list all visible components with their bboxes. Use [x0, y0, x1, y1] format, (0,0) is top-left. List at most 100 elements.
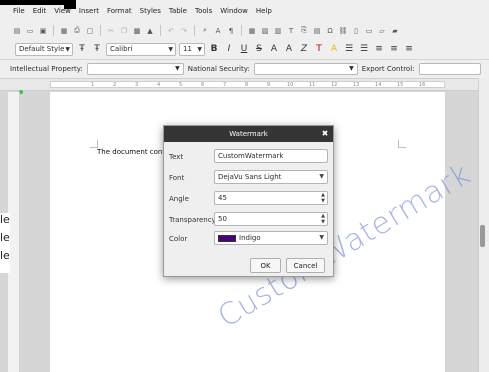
new-document-icon[interactable]: ▤	[12, 26, 22, 36]
ruler-number: 8	[245, 82, 249, 88]
spin-arrows-icon[interactable]: ▲ ▼	[320, 213, 326, 225]
export-control-label: Export Control:	[361, 65, 415, 73]
insert-table-icon[interactable]: ▦	[247, 26, 257, 36]
insert-image-icon[interactable]: ▧	[260, 26, 270, 36]
open-icon[interactable]: ▭	[25, 26, 35, 36]
national-security-combo[interactable]: ▼	[253, 63, 358, 75]
font-label: Font	[169, 174, 185, 182]
spelling-icon[interactable]: A	[213, 26, 223, 36]
redo-icon[interactable]: ↷	[179, 26, 189, 36]
strikethrough-icon[interactable]: S	[253, 44, 265, 54]
font-size-combo[interactable]: 11 ▼	[179, 42, 205, 56]
chevron-down-icon: ▼	[319, 234, 324, 241]
angle-value: 45	[218, 194, 227, 202]
insert-chart-icon[interactable]: ▥	[273, 26, 283, 36]
menu-format[interactable]: Format	[103, 7, 136, 15]
menu-insert[interactable]: Insert	[75, 7, 103, 15]
watermark-dialog: Watermark ✖ Text CustomWatermark Font De…	[163, 125, 334, 277]
clear-formatting-icon[interactable]: Z	[298, 44, 310, 54]
classification-toolbar: Intellectual Property: ▼ National Securi…	[0, 60, 489, 78]
menu-help[interactable]: Help	[252, 7, 276, 15]
chevron-down-icon: ▼	[65, 45, 70, 53]
paragraph-style-combo[interactable]: Default Style ▼	[15, 42, 73, 56]
clone-formatting-icon[interactable]: ▲	[145, 26, 155, 36]
footnote-icon[interactable]: ▯	[351, 26, 361, 36]
ruler-number: 1	[91, 82, 95, 88]
subscript-icon[interactable]: A	[283, 44, 295, 54]
menu-table[interactable]: Table	[165, 7, 191, 15]
dialog-titlebar[interactable]: Watermark	[164, 126, 333, 142]
color-dropdown[interactable]: Indigo ▼	[214, 231, 328, 245]
paragraph-style-value: Default Style	[19, 45, 65, 53]
dialog-title: Watermark	[229, 130, 268, 138]
document-text[interactable]: The document contai	[97, 148, 171, 156]
angle-spinbox[interactable]: 45 ▲ ▼	[214, 191, 328, 205]
find-replace-icon[interactable]: ⌕	[200, 26, 210, 36]
font-color-icon[interactable]: T	[313, 44, 325, 54]
ruler-number: 4	[157, 82, 161, 88]
save-icon[interactable]: ▣	[38, 26, 48, 36]
menu-file[interactable]: File	[9, 7, 29, 15]
ok-button[interactable]: OK	[250, 258, 281, 273]
new-style-icon[interactable]: Ŧ	[91, 44, 103, 54]
toolbar-separator	[100, 25, 101, 36]
text-field[interactable]: CustomWatermark	[214, 149, 328, 163]
bullets-icon[interactable]: ☰	[343, 44, 355, 54]
font-dropdown[interactable]: DejaVu Sans Light ▼	[214, 170, 328, 184]
highlight-color-icon[interactable]: A	[328, 44, 340, 54]
undo-icon[interactable]: ↶	[166, 26, 176, 36]
ruler-number: 7	[223, 82, 227, 88]
copy-icon[interactable]: ❐	[119, 26, 129, 36]
formatting-toolbar: Default Style ▼ Ŧ Ŧ Calibri ▼ 11 ▼ B I U…	[0, 39, 489, 59]
text-label: Text	[169, 153, 184, 161]
ruler-number: 15	[397, 82, 404, 88]
align-right-icon[interactable]: ≡	[403, 44, 415, 54]
underline-icon[interactable]: U	[238, 44, 250, 54]
hyperlink-icon[interactable]: ⛓	[338, 26, 348, 36]
intellectual-property-combo[interactable]: ▼	[86, 63, 184, 75]
menu-edit[interactable]: Edit	[29, 7, 51, 15]
ruler-number: 5	[179, 82, 183, 88]
menu-window[interactable]: Window	[216, 7, 252, 15]
print-preview-icon[interactable]: ▢	[85, 26, 95, 36]
print-icon[interactable]: ⎙	[72, 26, 82, 36]
bold-icon[interactable]: B	[208, 44, 220, 54]
color-swatch	[218, 234, 236, 242]
superscript-icon[interactable]: A	[268, 44, 280, 54]
update-style-icon[interactable]: Ŧ	[76, 44, 88, 54]
insert-page-break-icon[interactable]: ⎘	[299, 26, 309, 36]
numbering-icon[interactable]: ☰	[358, 44, 370, 54]
align-center-icon[interactable]: ≡	[388, 44, 400, 54]
insert-field-icon[interactable]: ▤	[312, 26, 322, 36]
italic-icon[interactable]: I	[223, 44, 235, 54]
cancel-button[interactable]: Cancel	[286, 258, 325, 273]
special-character-icon[interactable]: Ω	[325, 26, 335, 36]
chevron-down-icon: ▼	[175, 65, 180, 72]
shapes-icon[interactable]: ▰	[390, 26, 400, 36]
ruler-number: 10	[287, 82, 294, 88]
chevron-down-icon: ▼	[319, 173, 324, 180]
close-icon[interactable]: ✖	[319, 128, 331, 140]
ruler-number: 11	[309, 82, 316, 88]
cut-icon[interactable]: ✂	[106, 26, 116, 36]
chevron-down-icon: ▼	[197, 45, 202, 53]
menu-styles[interactable]: Styles	[136, 7, 165, 15]
formatting-marks-icon[interactable]: ¶	[226, 26, 236, 36]
font-name-combo[interactable]: Calibri ▼	[106, 42, 176, 56]
paste-icon[interactable]: ▩	[132, 26, 142, 36]
background-window-fragment: le le le	[0, 213, 10, 273]
export-pdf-icon[interactable]: ▦	[59, 26, 69, 36]
overlapping-window-corner	[64, 0, 76, 9]
insert-textbox-icon[interactable]: T	[286, 26, 296, 36]
align-left-icon[interactable]: ≡	[373, 44, 385, 54]
menu-tools[interactable]: Tools	[191, 7, 216, 15]
transparency-spinbox[interactable]: 50 ▲ ▼	[214, 212, 328, 226]
ruler-number: 6	[201, 82, 205, 88]
track-changes-icon[interactable]: ▱	[377, 26, 387, 36]
color-label: Color	[169, 235, 188, 243]
export-control-combo[interactable]	[418, 63, 481, 75]
vertical-scrollbar-thumb[interactable]	[480, 225, 485, 247]
spin-arrows-icon[interactable]: ▲ ▼	[320, 192, 326, 204]
comment-icon[interactable]: ▭	[364, 26, 374, 36]
fragment-text: le	[0, 231, 10, 244]
